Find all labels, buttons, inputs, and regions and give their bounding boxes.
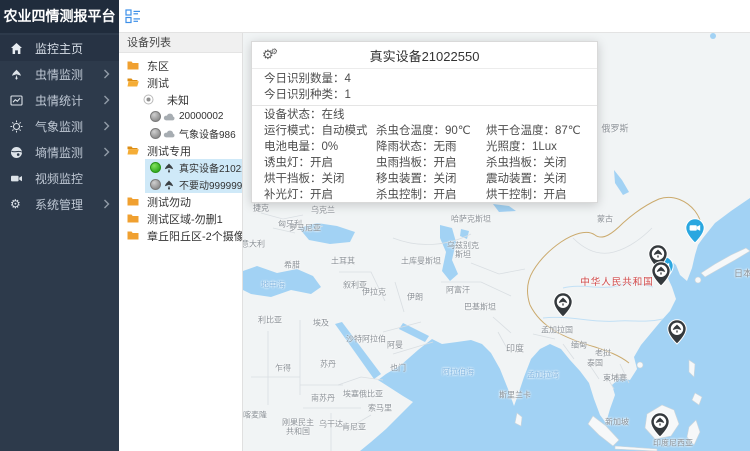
app-window: 农业四情测报平台 监控主页 虫情监测 虫情统计 bbox=[0, 0, 750, 451]
status-offline-icon bbox=[150, 128, 161, 139]
sidebar-item-label: 视频监控 bbox=[35, 170, 110, 187]
sidebar-item-label: 监控主页 bbox=[35, 40, 110, 57]
detail-cell: 烘干仓温度：87℃ bbox=[486, 123, 585, 139]
main-area: 设备列表 东区 测试 未知 bbox=[119, 0, 750, 451]
stat-today-species: 今日识别种类：1 bbox=[264, 87, 585, 103]
chevron-right-icon bbox=[103, 69, 110, 79]
detail-cell: 诱虫灯：开启 bbox=[264, 155, 376, 171]
detail-cell: 杀虫挡板：关闭 bbox=[486, 155, 585, 171]
detail-cell: 震动装置：关闭 bbox=[486, 171, 585, 187]
tree-folder[interactable]: 测试专用 bbox=[119, 142, 242, 159]
sidebar-item-monitor-home[interactable]: 监控主页 bbox=[0, 35, 119, 61]
chevron-right-icon bbox=[103, 147, 110, 157]
unknown-device-icon bbox=[143, 94, 154, 105]
map-marker-insect-device[interactable] bbox=[650, 412, 670, 438]
detail-cell: 虫雨挡板：开启 bbox=[376, 155, 486, 171]
sidebar-item-label: 虫情统计 bbox=[35, 92, 103, 109]
divider bbox=[252, 105, 597, 106]
insect-trap-icon bbox=[163, 161, 177, 174]
folder-closed-icon bbox=[127, 230, 139, 241]
settings-gears-icon[interactable]: ⚙⚙ bbox=[262, 45, 281, 67]
sidebar-item-insect-stats[interactable]: 虫情统计 bbox=[0, 87, 119, 113]
device-tree: 东区 测试 未知 20000002 bbox=[119, 53, 242, 244]
tree-folder[interactable]: 测试区域-勿删1 bbox=[119, 210, 242, 227]
device-detail-grid: 运行模式：自动模式 杀虫仓温度：90℃ 烘干仓温度：87℃ 电池电量：0% 降雨… bbox=[264, 123, 585, 203]
sidebar-item-label: 气象监测 bbox=[35, 118, 103, 135]
tree-folder[interactable]: 测试勿动 bbox=[119, 193, 242, 210]
chevron-right-icon bbox=[103, 95, 110, 105]
device-info-popup: ⚙⚙ 真实设备21022550 今日识别数量：4 今日识别种类：1 设备状态：在… bbox=[251, 41, 598, 203]
tree-device-insect-selected[interactable]: 不要动99999999 bbox=[119, 176, 242, 193]
folder-open-icon bbox=[127, 77, 139, 88]
detail-cell: 光照度：1Lux bbox=[486, 139, 585, 155]
folder-closed-icon bbox=[127, 60, 139, 71]
tree-device-weather[interactable]: 20000002 bbox=[119, 108, 242, 125]
app-title: 农业四情测报平台 bbox=[0, 0, 119, 33]
device-tree-toggle-icon[interactable] bbox=[125, 9, 141, 24]
weather-station-icon bbox=[163, 110, 177, 123]
popup-title: 真实设备21022550 bbox=[262, 46, 587, 65]
stat-today-count: 今日识别数量：4 bbox=[264, 71, 585, 87]
folder-closed-icon bbox=[127, 213, 139, 224]
status-offline-icon bbox=[150, 179, 161, 190]
detail-cell: 降雨状态：无雨 bbox=[376, 139, 486, 155]
popup-body: 今日识别数量：4 今日识别种类：1 设备状态：在线 运行模式：自动模式 杀虫仓温… bbox=[252, 69, 597, 203]
tree-device-insect-selected[interactable]: 真实设备21022550 bbox=[119, 159, 242, 176]
detail-cell: 移虫装置：关闭 bbox=[376, 171, 486, 187]
sidebar-item-weather-monitor[interactable]: 气象监测 bbox=[0, 113, 119, 139]
folder-closed-icon bbox=[127, 196, 139, 207]
sidebar-item-video-monitor[interactable]: 视频监控 bbox=[0, 165, 119, 191]
map-marker-insect-device[interactable] bbox=[553, 292, 573, 318]
topbar bbox=[119, 0, 750, 33]
sidebar: 农业四情测报平台 监控主页 虫情监测 虫情统计 bbox=[0, 0, 119, 451]
device-panel-header: 设备列表 bbox=[119, 33, 242, 53]
detail-cell: 杀虫仓温度：90℃ bbox=[376, 123, 486, 139]
gear-icon: ⚙ bbox=[10, 197, 26, 211]
status-online-icon bbox=[150, 162, 161, 173]
map-marker-insect-device[interactable] bbox=[667, 319, 687, 345]
chevron-right-icon bbox=[103, 199, 110, 209]
sidebar-item-label: 墒情监测 bbox=[35, 144, 103, 161]
device-panel: 设备列表 东区 测试 未知 bbox=[119, 33, 243, 451]
sidebar-item-label: 系统管理 bbox=[35, 196, 103, 213]
detail-cell: 烘干控制：开启 bbox=[486, 187, 585, 203]
globe-icon bbox=[10, 145, 26, 159]
status-offline-icon bbox=[150, 111, 161, 122]
detail-cell: 烘干挡板：关闭 bbox=[264, 171, 376, 187]
map-marker-camera-device[interactable] bbox=[685, 218, 705, 244]
map-marker-insect-device[interactable] bbox=[651, 261, 671, 287]
detail-cell: 运行模式：自动模式 bbox=[264, 123, 376, 139]
chart-icon bbox=[10, 93, 26, 107]
sidebar-item-insect-monitor[interactable]: 虫情监测 bbox=[0, 61, 119, 87]
chevron-right-icon bbox=[103, 121, 110, 131]
detail-cell: 杀虫控制：开启 bbox=[376, 187, 486, 203]
content: 设备列表 东区 测试 未知 bbox=[119, 33, 750, 451]
device-status: 设备状态：在线 bbox=[264, 107, 585, 123]
sun-icon bbox=[10, 119, 26, 133]
sidebar-item-soil-monitor[interactable]: 墒情监测 bbox=[0, 139, 119, 165]
tree-device-weather[interactable]: 气象设备986 bbox=[119, 125, 242, 142]
tree-folder[interactable]: 测试 bbox=[119, 74, 242, 91]
map-canvas[interactable]: 俄罗斯 蒙古 哈萨克斯坦 乌克兰 捷克 匈牙利 罗马尼亚 意大利 希腊 土耳其 … bbox=[243, 33, 750, 451]
sidebar-menu: 监控主页 虫情监测 虫情统计 气象监测 bbox=[0, 33, 119, 217]
folder-open-icon bbox=[127, 145, 139, 156]
bug-icon bbox=[10, 67, 26, 81]
popup-header: ⚙⚙ 真实设备21022550 bbox=[252, 42, 597, 69]
sidebar-item-label: 虫情监测 bbox=[35, 66, 103, 83]
weather-station-icon bbox=[163, 127, 177, 140]
insect-trap-icon bbox=[163, 178, 177, 191]
tree-device-unknown[interactable]: 未知 bbox=[119, 91, 242, 108]
home-icon bbox=[10, 41, 26, 55]
detail-cell: 电池电量：0% bbox=[264, 139, 376, 155]
sidebar-item-system-settings[interactable]: ⚙ 系统管理 bbox=[0, 191, 119, 217]
tree-folder[interactable]: 东区 bbox=[119, 57, 242, 74]
detail-cell: 补光灯：开启 bbox=[264, 187, 376, 203]
tree-folder[interactable]: 章丘阳丘区-2个摄像头 bbox=[119, 227, 242, 244]
video-camera-icon bbox=[10, 171, 26, 185]
